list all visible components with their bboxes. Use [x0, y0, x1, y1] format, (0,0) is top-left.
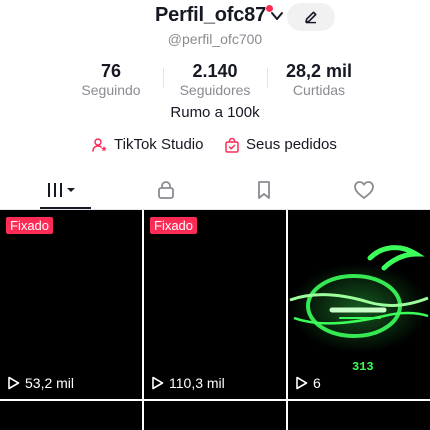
- tab-videos[interactable]: [8, 170, 115, 210]
- overlay-text: 313: [352, 360, 374, 374]
- view-count: 53,2 mil: [7, 375, 74, 391]
- pencil-icon: [305, 11, 317, 24]
- video-grid: Fixado 53,2 mil Fixado 110,3 mil 313 6: [0, 210, 430, 430]
- stat-following-label: Seguindo: [81, 82, 141, 98]
- pinned-badge: Fixado: [150, 217, 198, 234]
- lock-icon: [157, 181, 174, 199]
- stat-likes[interactable]: 28,2 mil Curtidas: [269, 60, 369, 98]
- user-star-icon: [92, 137, 107, 152]
- profile-stats: 76 Seguindo 2.140 Seguidores 28,2 mil Cu…: [0, 60, 430, 100]
- pinned-badge: Fixado: [6, 217, 54, 234]
- view-count-value: 110,3 mil: [169, 375, 225, 391]
- username-switcher[interactable]: Perfil_ofc87: [155, 4, 284, 27]
- stat-divider: [163, 68, 164, 88]
- notification-dot: [266, 5, 273, 12]
- active-tab-indicator: [40, 207, 91, 209]
- stat-followers-value: 2.140: [192, 61, 238, 81]
- tiktok-studio-label: TikTok Studio: [114, 136, 204, 153]
- view-count: 6: [295, 375, 321, 391]
- stat-likes-label: Curtidas: [292, 82, 346, 98]
- video-thumbnail[interactable]: 313 6: [288, 210, 430, 399]
- video-thumbnail[interactable]: Fixado 53,2 mil: [0, 210, 142, 399]
- profile-tabs: [0, 170, 430, 210]
- video-thumbnail[interactable]: [288, 401, 430, 430]
- stat-followers-label: Seguidores: [179, 82, 251, 98]
- profile-bio: Rumo a 100k: [170, 104, 260, 121]
- play-icon: [152, 376, 164, 390]
- video-thumbnail[interactable]: [0, 401, 142, 430]
- grid-icon: [47, 183, 75, 197]
- view-count-value: 53,2 mil: [25, 375, 75, 391]
- profile-header: Perfil_ofc87 @perfil_ofc700: [0, 0, 430, 50]
- username: Perfil_ofc87: [155, 4, 266, 26]
- view-count: 110,3 mil: [151, 375, 225, 391]
- orders-link[interactable]: Seus pedidos: [224, 136, 337, 153]
- heart-icon: [353, 181, 374, 199]
- stat-followers[interactable]: 2.140 Seguidores: [165, 60, 265, 98]
- tab-private[interactable]: [112, 170, 219, 210]
- stat-divider: [267, 68, 268, 88]
- orders-label: Seus pedidos: [246, 136, 337, 153]
- stat-likes-value: 28,2 mil: [285, 61, 353, 81]
- tiktok-studio-link[interactable]: TikTok Studio: [92, 136, 203, 153]
- profile-handle: @perfil_ofc700: [167, 31, 263, 47]
- play-icon: [296, 376, 308, 390]
- tab-saved[interactable]: [210, 170, 317, 210]
- play-icon: [8, 376, 20, 390]
- edit-profile-button[interactable]: [287, 3, 335, 31]
- stat-following[interactable]: 76 Seguindo: [61, 60, 161, 98]
- shopping-bag-icon: [225, 137, 239, 153]
- stat-following-value: 76: [100, 61, 122, 81]
- view-count-value: 6: [313, 375, 321, 391]
- bookmark-icon: [257, 181, 270, 199]
- tab-liked[interactable]: [310, 170, 417, 210]
- video-thumbnail[interactable]: [144, 401, 286, 430]
- video-thumbnail[interactable]: Fixado 110,3 mil: [144, 210, 286, 399]
- profile-links: TikTok Studio Seus pedidos: [0, 136, 430, 160]
